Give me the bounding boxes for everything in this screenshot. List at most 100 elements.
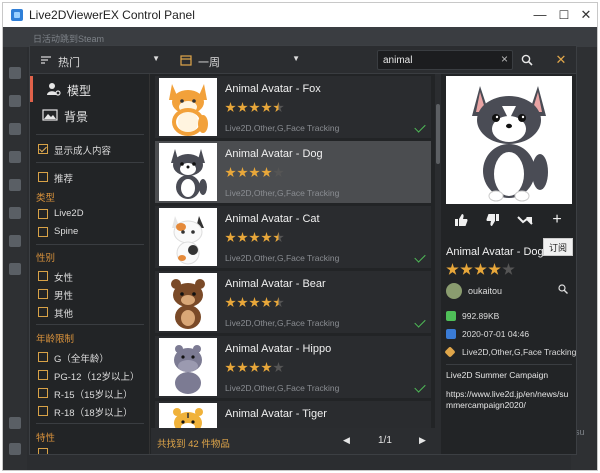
plus-icon: +	[552, 211, 562, 228]
adult-content-checkbox[interactable]: 显示成人内容	[38, 142, 148, 158]
checkbox[interactable]	[38, 352, 48, 362]
share-button[interactable]	[512, 208, 538, 232]
gender-male-checkbox[interactable]: 男性	[38, 287, 148, 303]
checkbox[interactable]	[38, 307, 48, 317]
list-scrollbar[interactable]	[435, 74, 441, 428]
divider	[36, 162, 144, 163]
file-icon	[446, 311, 456, 321]
recommend-checkbox[interactable]: 推荐	[38, 170, 148, 186]
prev-page-button[interactable]: ◀	[343, 435, 350, 446]
like-button[interactable]	[448, 208, 474, 232]
checkbox-label: R-15（15岁以上）	[54, 390, 133, 401]
category-label: 背景	[64, 110, 89, 124]
list-item-hippo[interactable]: Animal Avatar - Hippo Live2D,Other,G,Fac…	[155, 336, 431, 398]
close-button[interactable]: ✕	[569, 3, 600, 27]
bear-thumbnail	[159, 273, 217, 331]
age-r18-checkbox[interactable]: R-18（18岁以上）	[38, 404, 148, 420]
workshop-dialog: 热门 ▼ 一周 ▼ × ✕	[29, 45, 577, 455]
gender-female-checkbox[interactable]: 女性	[38, 269, 148, 285]
list-item-cat[interactable]: Animal Avatar - Cat Live2D,Other,G,Face …	[155, 206, 431, 268]
checkbox-checked[interactable]	[38, 144, 48, 154]
age-r15-checkbox[interactable]: R-15（15岁以上）	[38, 386, 148, 402]
author-row[interactable]: oukaitou	[446, 281, 572, 301]
checkbox-label: 女性	[54, 273, 74, 284]
checkbox-label: 显示成人内容	[54, 146, 112, 157]
age-g-checkbox[interactable]: G（全年龄）	[38, 350, 148, 366]
chevron-down-icon: ▼	[292, 54, 300, 63]
app-icon	[11, 9, 23, 21]
window-title: Live2DViewerEX Control Panel	[29, 8, 195, 22]
category-backgrounds[interactable]: 背景	[30, 102, 149, 128]
landscape-icon	[42, 109, 58, 121]
subscribed-check-icon	[414, 381, 426, 393]
checkbox[interactable]	[38, 388, 48, 398]
search-icon[interactable]	[558, 284, 568, 297]
item-tags: Live2D,Other,G,Face Tracking	[225, 318, 340, 328]
chevron-down-icon: ▼	[152, 54, 160, 63]
author-name: oukaitou	[468, 286, 503, 296]
description-link[interactable]: https://www.live2d.jp/en/news/summercamp…	[446, 389, 574, 411]
checkbox-label: 推荐	[54, 174, 74, 185]
info-icon	[9, 263, 21, 275]
background-left-rail	[3, 47, 27, 470]
list-item-fox[interactable]: Animal Avatar - Fox Live2D,Other,G,Face …	[155, 76, 431, 138]
dislike-button[interactable]	[480, 208, 506, 232]
item-tags: Live2D,Other,G,Face Tracking	[225, 188, 340, 198]
next-page-button[interactable]: ▶	[419, 435, 426, 446]
scrollbar-thumb[interactable]	[436, 104, 440, 164]
checkbox[interactable]	[38, 370, 48, 380]
tag-icon	[444, 346, 456, 358]
feature-section-heading: 特性	[36, 433, 56, 444]
checkbox[interactable]	[38, 172, 48, 182]
feature-checkbox[interactable]	[38, 446, 148, 454]
item-title: Animal Avatar - Cat	[225, 213, 320, 225]
search-input[interactable]	[383, 53, 493, 67]
checkbox-label: R-18（18岁以上）	[54, 408, 133, 419]
divider	[36, 244, 144, 245]
star-rating	[225, 100, 285, 113]
checkbox[interactable]	[38, 209, 48, 219]
type-spine-checkbox[interactable]: Spine	[38, 225, 148, 241]
item-list: Animal Avatar - Fox Live2D,Other,G,Face …	[151, 74, 437, 428]
list-item-tiger[interactable]: Animal Avatar - Tiger	[155, 401, 431, 428]
sparkle-icon	[9, 123, 21, 135]
thumbs-up-icon	[455, 214, 468, 226]
gender-section-heading: 性别	[36, 253, 56, 264]
divider	[36, 134, 144, 135]
background-topbar: 日活动跳到Steam	[3, 27, 597, 47]
file-size: 992.89KB	[462, 311, 500, 321]
close-icon: ✕	[555, 52, 567, 67]
sort-dropdown[interactable]: 热门 ▼	[36, 50, 162, 70]
checkbox[interactable]	[38, 271, 48, 281]
divider	[36, 324, 144, 325]
filter-panel: 模型 背景 显示成人内容 推荐 类型 Live2D Spine 性别 女性 男性…	[30, 74, 150, 454]
refresh-icon	[9, 417, 21, 429]
item-title: Animal Avatar - Tiger	[225, 408, 327, 420]
gender-other-checkbox[interactable]: 其他	[38, 305, 148, 321]
avatar	[446, 283, 462, 299]
dialog-close-button[interactable]: ✕	[550, 49, 572, 71]
list-item-dog[interactable]: Animal Avatar - Dog Live2D,Other,G,Face …	[155, 141, 431, 203]
search-button[interactable]	[516, 49, 538, 71]
model-icon	[47, 83, 61, 96]
star-rating	[225, 360, 285, 373]
type-live2d-checkbox[interactable]: Live2D	[38, 207, 148, 223]
fox-thumbnail	[159, 78, 217, 136]
checkbox[interactable]	[38, 289, 48, 299]
time-range-label: 一周	[198, 57, 220, 69]
calendar-icon	[180, 55, 192, 66]
list-item-bear[interactable]: Animal Avatar - Bear Live2D,Other,G,Face…	[155, 271, 431, 333]
age-pg12-checkbox[interactable]: PG-12（12岁以上）	[38, 368, 148, 384]
palette-icon	[9, 151, 21, 163]
checkbox[interactable]	[38, 448, 48, 454]
subscribe-button[interactable]: +	[544, 208, 570, 232]
clear-search-icon[interactable]: ×	[501, 52, 508, 66]
checkbox[interactable]	[38, 227, 48, 237]
checkbox[interactable]	[38, 406, 48, 416]
subscribe-tooltip: 订阅	[543, 238, 573, 256]
item-title: Animal Avatar - Bear	[225, 278, 326, 290]
category-models[interactable]: 模型	[30, 76, 149, 102]
sort-dropdown-label: 热门	[58, 57, 80, 69]
checkbox-label: Live2D	[54, 208, 84, 219]
time-range-dropdown[interactable]: 一周 ▼	[176, 50, 302, 70]
